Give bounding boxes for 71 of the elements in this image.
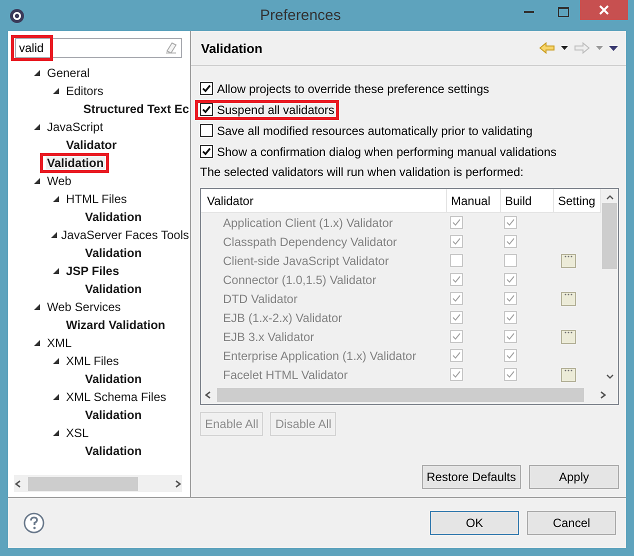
help-icon[interactable] [23, 512, 45, 534]
expanded-arrow-icon[interactable] [34, 70, 40, 76]
tree-item[interactable]: XML Schema Files [65, 390, 168, 404]
tree-item[interactable]: Web [46, 174, 72, 188]
tree-item[interactable]: General [46, 66, 91, 80]
tree-item[interactable]: Validation [84, 408, 143, 422]
validator-name: EJB (1.x-2.x) Validator [222, 310, 344, 326]
filter-field[interactable]: valid [15, 38, 182, 58]
page-title: Validation [201, 40, 262, 56]
checkbox[interactable] [200, 124, 213, 136]
tree-item[interactable]: Validation [84, 210, 143, 224]
validator-name: Facelet HTML Validator [222, 366, 349, 384]
window-title: Preferences [260, 7, 341, 24]
tree-item[interactable]: Validation [84, 372, 143, 386]
tree-item[interactable]: JavaScript [46, 120, 104, 134]
dialog-button[interactable]: Cancel [527, 511, 616, 535]
expanded-arrow-icon[interactable] [53, 430, 59, 436]
tree-item[interactable]: Validation [46, 156, 105, 170]
horizontal-scrollbar[interactable] [14, 475, 182, 492]
page-button[interactable]: Apply [529, 465, 619, 489]
validator-name: DTD Validator [222, 290, 298, 308]
checkbox[interactable] [200, 82, 213, 94]
expanded-arrow-icon[interactable] [50, 232, 57, 238]
validator-name: Enterprise Application (1.x) Validator [222, 348, 418, 364]
dropdown-caret-icon[interactable] [561, 46, 568, 50]
validator-name: Application Client (1.x) Validator [222, 214, 394, 232]
page-button[interactable]: Restore Defaults [422, 465, 521, 489]
maximize-icon[interactable] [558, 7, 568, 17]
expanded-arrow-icon[interactable] [53, 88, 59, 94]
tree-item[interactable]: HTML Files [65, 192, 128, 206]
tree-item[interactable]: JSP Files [65, 264, 120, 278]
expanded-arrow-icon[interactable] [34, 304, 40, 310]
scroll-right-icon[interactable] [174, 480, 182, 488]
tree-item[interactable]: XSL [65, 426, 90, 440]
scroll-left-icon[interactable] [14, 480, 22, 488]
option-label: Suspend all validators [217, 102, 334, 116]
info-text: The selected validators will run when validation is performed: [200, 164, 524, 181]
tree-item[interactable]: Wizard Validation [65, 318, 166, 332]
tree-item[interactable]: Validation [84, 444, 143, 458]
expanded-arrow-icon[interactable] [34, 178, 40, 184]
expanded-arrow-icon[interactable] [34, 124, 40, 130]
close-button[interactable] [580, 0, 628, 20]
eraser-icon[interactable] [165, 42, 177, 54]
validator-name: EJB 3.x Validator [222, 328, 316, 346]
tree-item[interactable]: Web Services [46, 300, 122, 314]
validator-name: Classpath Dependency Validator [222, 234, 398, 250]
tree-item[interactable]: Validation [84, 246, 143, 260]
tree-item[interactable]: Validation [84, 282, 143, 296]
checkbox[interactable] [200, 144, 213, 158]
back-arrow-icon[interactable] [539, 42, 555, 54]
validator-name: Connector (1.0,1.5) Validator [222, 272, 378, 288]
tree-item[interactable]: Validator [65, 138, 118, 152]
tree-item[interactable]: JavaServer Faces Tools [60, 228, 190, 242]
tree-item[interactable]: XML Files [65, 354, 120, 368]
tree-item[interactable]: Structured Text Ec [82, 102, 190, 116]
tree-item[interactable]: Editors [65, 84, 104, 98]
checkbox[interactable] [200, 102, 213, 116]
app-icon [9, 8, 25, 24]
option-label: Allow projects to override these preference settings [217, 82, 490, 96]
expanded-arrow-icon[interactable] [53, 196, 59, 202]
tree-item[interactable]: XML [46, 336, 73, 350]
expanded-arrow-icon[interactable] [53, 268, 59, 274]
close-icon[interactable] [599, 5, 609, 15]
option-label: Save all modified resources automatically prior to validating [217, 124, 532, 138]
dialog-button[interactable]: OK [430, 511, 519, 535]
validator-name: Client-side JavaScript Validator [222, 252, 390, 270]
expanded-arrow-icon[interactable] [34, 340, 40, 346]
expanded-arrow-icon[interactable] [53, 358, 59, 364]
option-label: Show a confirmation dialog when performing manual validations [217, 144, 557, 158]
expanded-arrow-icon[interactable] [53, 394, 59, 400]
view-menu-icon[interactable] [609, 46, 618, 50]
